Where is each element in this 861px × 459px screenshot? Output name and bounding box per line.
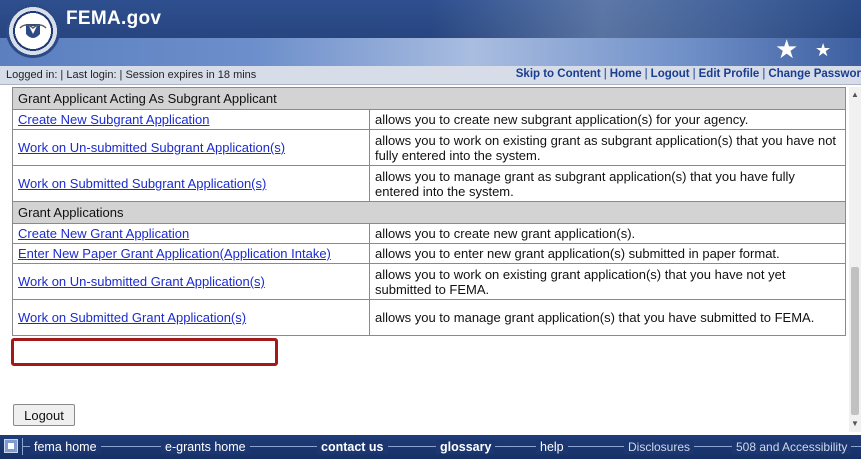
table-row: Create New Subgrant Application allows y… — [12, 109, 846, 130]
row-description: allows you to manage grant as subgrant a… — [369, 165, 846, 202]
row-description: allows you to work on existing grant app… — [369, 263, 846, 300]
footer-link-fema-home[interactable]: fema home — [30, 440, 101, 454]
row-description: allows you to work on existing grant as … — [369, 129, 846, 166]
footer-link-egrants-home[interactable]: e-grants home — [161, 440, 250, 454]
separator: | — [762, 68, 766, 80]
work-on-submitted-grant-link[interactable]: Work on Submitted Grant Application(s) — [18, 310, 246, 325]
banner-strip — [0, 38, 861, 66]
row-description: allows you to enter new grant applicatio… — [369, 243, 846, 264]
logout-button[interactable]: Logout — [13, 404, 75, 426]
table-row: Work on Submitted Subgrant Application(s… — [12, 165, 846, 202]
separator: | — [692, 68, 696, 80]
create-new-subgrant-application-link[interactable]: Create New Subgrant Application — [18, 112, 210, 127]
footer-link-glossary[interactable]: glossary — [436, 440, 496, 454]
edit-profile-link[interactable]: Edit Profile — [699, 68, 760, 80]
footer-window-icon — [4, 439, 18, 453]
work-on-unsubmitted-subgrant-link[interactable]: Work on Un-submitted Subgrant Applicatio… — [18, 140, 285, 155]
separator: | — [644, 68, 648, 80]
create-new-grant-application-link[interactable]: Create New Grant Application — [18, 226, 189, 241]
work-on-submitted-subgrant-link[interactable]: Work on Submitted Subgrant Application(s… — [18, 176, 266, 191]
footer-link-contact-us[interactable]: contact us — [317, 440, 388, 454]
row-description: allows you to create new subgrant applic… — [369, 109, 846, 130]
row-description: allows you to create new grant applicati… — [369, 223, 846, 244]
scroll-down-arrow-icon[interactable]: ▼ — [849, 418, 861, 430]
dhs-seal-logo — [6, 4, 60, 58]
home-link[interactable]: Home — [610, 68, 642, 80]
scroll-up-arrow-icon[interactable]: ▲ — [849, 89, 861, 101]
scroll-thumb[interactable] — [851, 267, 859, 415]
table-row: Work on Un-submitted Grant Application(s… — [12, 263, 846, 300]
top-nav-links: Skip to Content | Home | Logout | Edit Profile… — [516, 68, 861, 80]
table-row: Work on Un-submitted Subgrant Applicatio… — [12, 129, 846, 166]
enter-new-paper-grant-application-link[interactable]: Enter New Paper Grant Application(Applic… — [18, 246, 331, 261]
footer-nav: fema home e-grants home contact us gloss… — [0, 435, 861, 459]
application-options-table: Grant Applicant Acting As Subgrant Appli… — [12, 87, 846, 336]
separator: | — [603, 68, 607, 80]
star-icon: ★ — [775, 34, 799, 64]
section-header-row: Grant Applicant Acting As Subgrant Appli… — [12, 87, 846, 110]
skip-to-content-link[interactable]: Skip to Content — [516, 68, 601, 80]
footer-link-508-accessibility[interactable]: 508 and Accessibility — [732, 440, 852, 454]
section-header-row: Grant Applications — [12, 201, 846, 224]
footer-link-help[interactable]: help — [536, 440, 568, 454]
section-title: Grant Applicant Acting As Subgrant Appli… — [12, 87, 846, 110]
section-title: Grant Applications — [12, 201, 846, 224]
table-row: Work on Submitted Grant Application(s) a… — [12, 299, 846, 336]
main-content: Grant Applicant Acting As Subgrant Appli… — [9, 87, 847, 432]
footer-link-disclosures[interactable]: Disclosures — [624, 440, 695, 454]
session-status: Logged in: | Last login: | Session expir… — [6, 69, 257, 81]
work-on-unsubmitted-grant-link[interactable]: Work on Un-submitted Grant Application(s… — [18, 274, 265, 289]
table-row: Enter New Paper Grant Application(Applic… — [12, 243, 846, 264]
change-password-link[interactable]: Change Passwor — [768, 68, 861, 80]
banner-photo — [430, 0, 861, 38]
highlight-box — [11, 338, 278, 366]
logout-link[interactable]: Logout — [651, 68, 690, 80]
table-row: Create New Grant Application allows you … — [12, 223, 846, 244]
row-description: allows you to manage grant application(s… — [369, 299, 846, 336]
vertical-scrollbar[interactable]: ▲ ▼ — [849, 87, 861, 432]
session-info-bar: Logged in: | Last login: | Session expir… — [0, 66, 861, 85]
header-banner: FEMA.gov ★ ★ — [0, 0, 861, 66]
site-title: FEMA.gov — [66, 8, 162, 29]
star-icon: ★ — [815, 40, 832, 60]
